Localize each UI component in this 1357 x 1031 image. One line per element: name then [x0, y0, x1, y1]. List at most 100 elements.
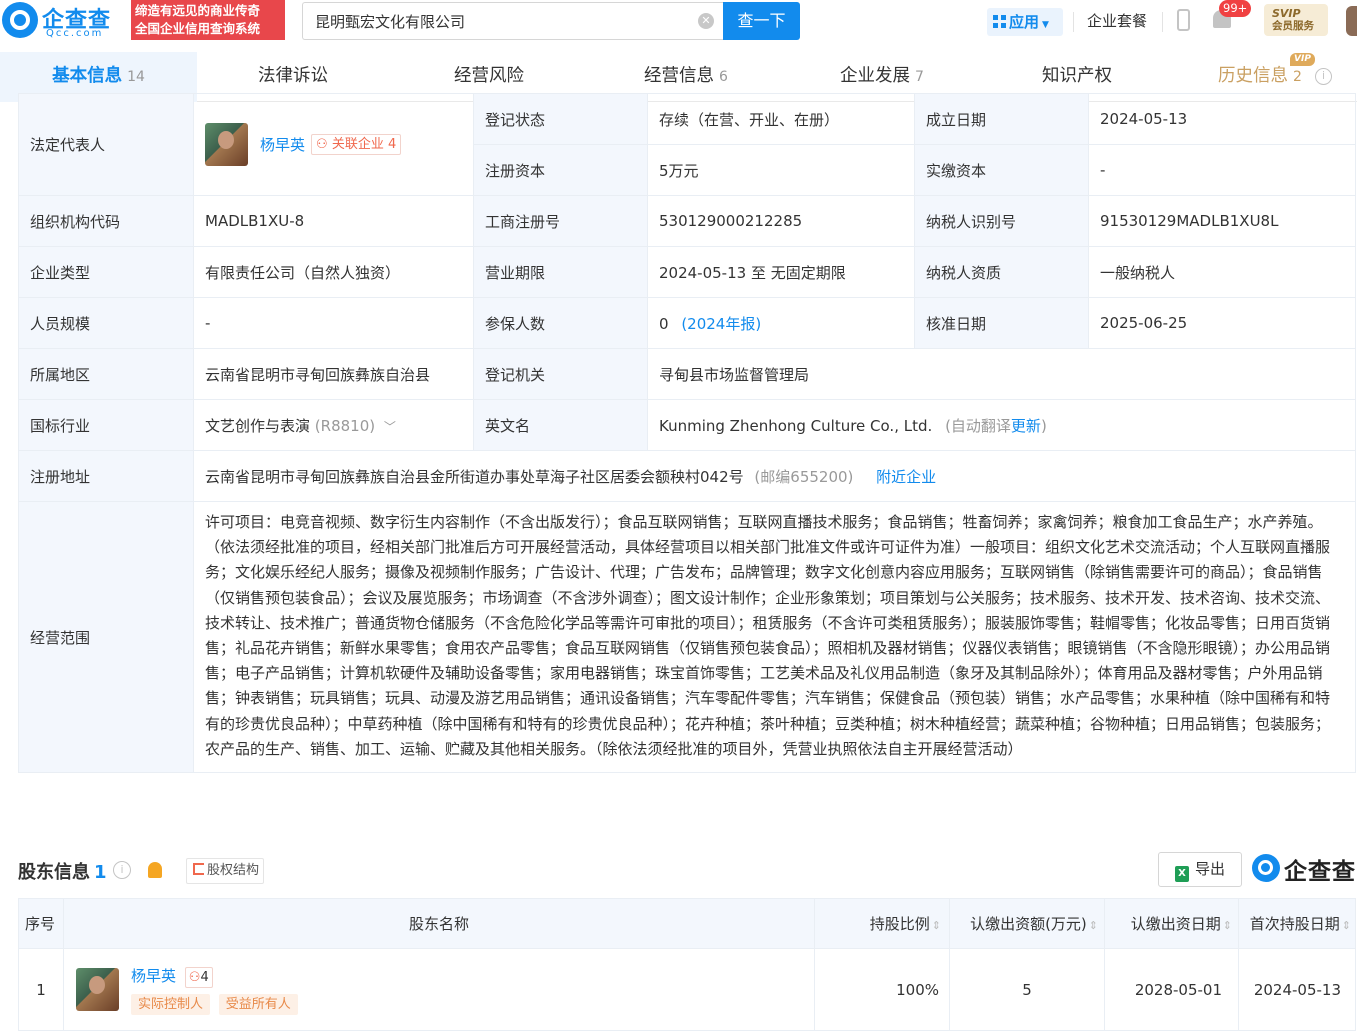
- tab-label: 经营信息: [644, 66, 714, 86]
- shareholders-title-text: 股东信息: [18, 862, 90, 883]
- slogan-line-2: 全国企业信用查询系统: [135, 21, 261, 36]
- company-type-value: 有限责任公司（自然人独资）: [193, 246, 474, 298]
- biz-term-value: 2024-05-13 至 无固定期限: [647, 246, 915, 298]
- logo-subtext: Qcc.com: [46, 28, 104, 39]
- export-button[interactable]: X 导出: [1158, 852, 1242, 887]
- enterprise-package-link[interactable]: 企业套餐: [1087, 10, 1147, 31]
- chevron-down-icon[interactable]: ﹀: [384, 420, 396, 434]
- search-button[interactable]: 查一下: [723, 2, 800, 40]
- authority-label: 登记机关: [473, 348, 648, 400]
- sort-icon[interactable]: ⇕: [1342, 919, 1351, 932]
- org-code-value: MADLB1XU-8: [193, 195, 474, 247]
- share-ratio: 100%: [814, 948, 950, 1031]
- tab-count: 6: [719, 69, 728, 85]
- apps-grid-icon: [993, 15, 1006, 28]
- taxpayer-qual-label: 纳税人资质: [914, 246, 1089, 298]
- industry-code: (R8810): [314, 416, 376, 435]
- col-subscribed-label: 认缴出资额(万元): [970, 915, 1087, 933]
- actual-controller-tag[interactable]: 实际控制人: [131, 993, 211, 1015]
- shareholder-name-link[interactable]: 杨早英: [131, 967, 176, 985]
- auto-translate-note: (自动翻译: [945, 416, 1011, 435]
- apps-menu-button[interactable]: 应用 ▼: [987, 8, 1063, 36]
- vip-badge: VIP: [1290, 53, 1315, 66]
- subscribed-date: 2028-05-01: [1104, 948, 1239, 1031]
- divider: [1073, 12, 1074, 32]
- update-translation-link[interactable]: 更新: [1011, 417, 1041, 435]
- top-header: 企查查 Qcc.com 缔造有远见的商业传奇 全国企业信用查询系统 ✕ 查一下 …: [0, 0, 1357, 46]
- region-value: 云南省昆明市寻甸回族彝族自治县: [193, 348, 474, 400]
- slogan-line-1: 缔造有远见的商业传奇: [135, 3, 261, 18]
- tab-count: 2: [1293, 69, 1302, 85]
- search-input[interactable]: [303, 3, 683, 39]
- address-cell: 云南省昆明市寻甸回族彝族自治县金所街道办事处草海子社区居委会额秧村042号 (邮…: [193, 450, 1356, 502]
- caret-down-icon: ▼: [1042, 20, 1049, 30]
- nearby-companies-link[interactable]: 附近企业: [876, 468, 936, 486]
- col-ratio[interactable]: 持股比例 ⇕: [814, 898, 950, 949]
- clear-icon[interactable]: ✕: [698, 13, 714, 29]
- related-companies-tag[interactable]: ⚇4: [184, 966, 213, 988]
- qcc-logo[interactable]: 企查查 Qcc.com: [2, 2, 128, 40]
- col-first-date-label: 首次持股日期: [1249, 915, 1340, 933]
- legal-rep-label: 法定代表人: [18, 93, 194, 196]
- info-icon[interactable]: i: [1315, 68, 1332, 85]
- col-shareholder-name: 股东名称: [63, 898, 815, 949]
- col-subscribed[interactable]: 认缴出资额(万元) ⇕: [949, 898, 1105, 949]
- col-ratio-label: 持股比例: [869, 915, 930, 933]
- insured-annual-report-link[interactable]: (2024年报): [681, 315, 761, 333]
- notification-badge: 99+: [1219, 0, 1252, 17]
- legal-rep-avatar[interactable]: [205, 123, 248, 166]
- sort-icon[interactable]: ⇕: [1089, 919, 1098, 932]
- biz-reg-no-label: 工商注册号: [473, 195, 648, 247]
- sort-icon[interactable]: ⇕: [1223, 919, 1232, 932]
- approved-value: 2025-06-25: [1088, 297, 1356, 349]
- equity-structure-icon: [193, 863, 204, 875]
- reg-capital-label: 注册资本: [473, 144, 648, 196]
- logo-text: 企查查: [1284, 859, 1356, 885]
- legal-rep-name-link[interactable]: 杨早英: [260, 134, 305, 155]
- excel-icon: X: [1174, 866, 1189, 882]
- table-row: 1 杨早英 ⚇4 实际控制人 受益所有人 100% 5 2028-05-01 2…: [18, 948, 1356, 1031]
- qcc-watermark-logo: 企查查: [1252, 852, 1356, 886]
- industry-label: 国标行业: [18, 399, 194, 451]
- svip-sub-label: 会员服务: [1272, 20, 1314, 32]
- tab-count: 7: [915, 69, 924, 85]
- tab-label: 企业发展: [840, 66, 910, 86]
- svip-member-button[interactable]: SVIP 会员服务: [1264, 4, 1328, 36]
- address-label: 注册地址: [18, 450, 194, 502]
- equity-structure-button[interactable]: 股权结构: [186, 858, 265, 884]
- industry-cell[interactable]: 文艺创作与表演 (R8810) ﹀: [193, 399, 474, 451]
- tab-count: 14: [127, 69, 145, 85]
- related-companies-tag[interactable]: ⚇ 关联企业 4: [311, 134, 402, 155]
- founded-value: 2024-05-13: [1088, 93, 1356, 145]
- related-label: 关联企业: [331, 137, 384, 152]
- help-icon[interactable]: i: [113, 861, 131, 879]
- shareholders-table: 序号 股东名称 持股比例 ⇕ 认缴出资额(万元) ⇕ 认缴出资日期 ⇕ 首次持股日期 ⇕…: [18, 898, 1356, 1031]
- english-name-label: 英文名: [473, 399, 648, 451]
- slogan-banner[interactable]: 缔造有远见的商业传奇 全国企业信用查询系统: [131, 0, 285, 40]
- reg-status-label: 登记状态: [473, 93, 648, 145]
- address-value: 云南省昆明市寻甸回族彝族自治县金所街道办事处草海子社区居委会额秧村042号: [205, 467, 744, 486]
- col-first-date[interactable]: 首次持股日期 ⇕: [1238, 898, 1356, 949]
- col-index: 序号: [18, 898, 64, 949]
- biz-term-label: 营业期限: [473, 246, 648, 298]
- shareholder-cell: 杨早英 ⚇4 实际控制人 受益所有人: [63, 948, 815, 1031]
- mobile-phone-icon[interactable]: [1177, 9, 1190, 31]
- search-box: ✕: [302, 2, 724, 40]
- tab-label: 法律诉讼: [258, 66, 328, 86]
- first-holding-date: 2024-05-13: [1238, 948, 1356, 1031]
- user-avatar[interactable]: [1346, 6, 1357, 36]
- beneficial-owner-tag[interactable]: 受益所有人: [218, 993, 298, 1015]
- apps-label: 应用: [1009, 13, 1040, 31]
- sort-icon[interactable]: ⇕: [932, 919, 941, 932]
- col-subscribed-date[interactable]: 认缴出资日期 ⇕: [1104, 898, 1239, 949]
- related-count: 4: [200, 969, 209, 985]
- logo-icon: [1252, 854, 1280, 882]
- tab-label: 历史信息: [1218, 66, 1288, 86]
- subscribed-amount: 5: [949, 948, 1105, 1031]
- tab-label: 经营风险: [454, 66, 524, 86]
- monitor-bell-icon[interactable]: [148, 862, 162, 878]
- business-scope-value: 许可项目：电竞音视频、数字衍生内容制作（不含出版发行）；食品互联网销售；互联网直…: [193, 500, 1356, 774]
- insured-value: 0: [659, 314, 669, 333]
- english-name-cell: Kunming Zhenhong Culture Co., Ltd. (自动翻译…: [647, 399, 1356, 451]
- shareholder-avatar[interactable]: [76, 968, 119, 1011]
